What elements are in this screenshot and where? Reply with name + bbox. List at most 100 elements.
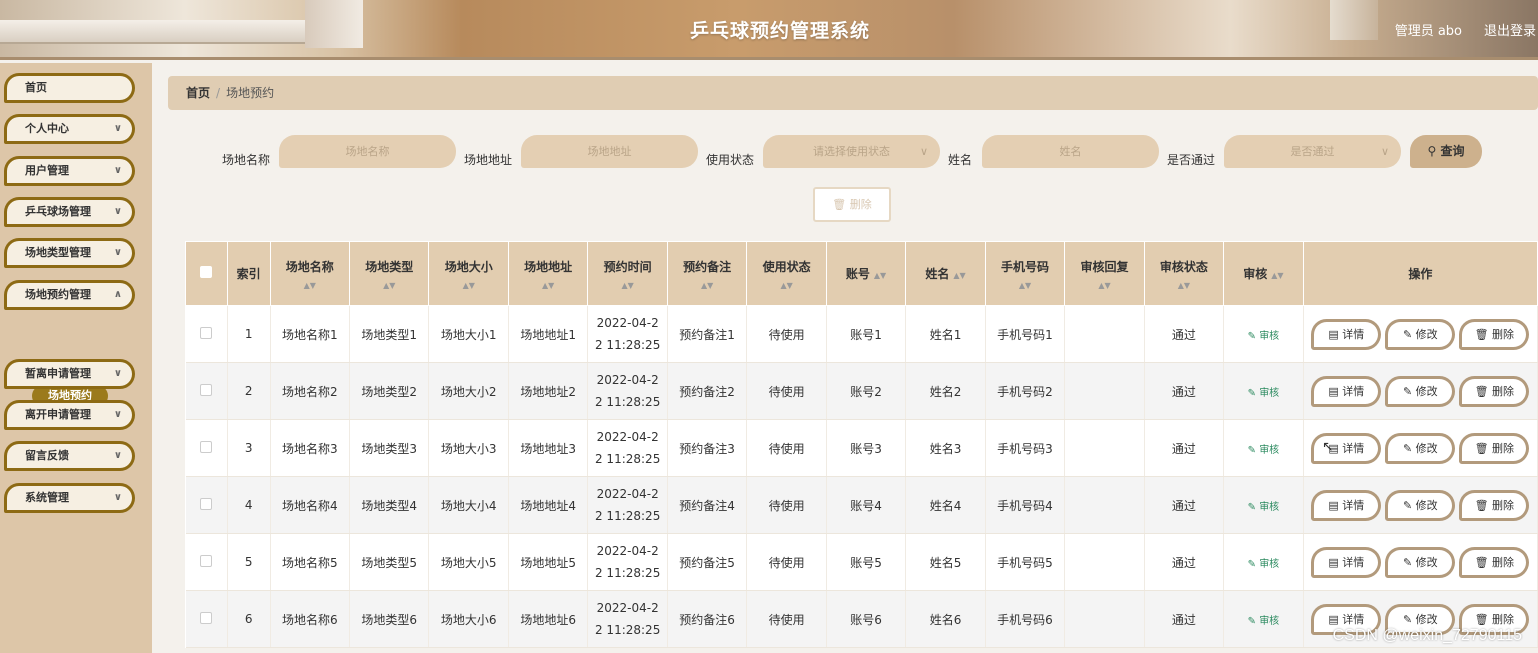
sidebar-item-users[interactable]: 用户管理 ∨ <box>4 156 135 186</box>
audit-link[interactable]: ✎ 审核 <box>1248 616 1280 627</box>
sidebar-item-label: 留言反馈 <box>25 449 69 462</box>
select-all-cell[interactable] <box>185 241 228 306</box>
detail-button[interactable]: ▤ 详情 <box>1311 318 1382 350</box>
table-header-row: 索引 场地名称 ▲▼ 场地类型 ▲▼ 场地大小 ▲▼ 场地地址 ▲▼ 预约时间 ▲▼ 预约… <box>185 241 1538 306</box>
person-input[interactable]: 姓名 <box>982 135 1159 168</box>
delete-button[interactable]: 🗑 删除 <box>1459 318 1530 350</box>
sort-icon[interactable]: ▲▼ <box>747 281 825 290</box>
address-placeholder: 场地地址 <box>587 145 632 158</box>
sort-icon[interactable]: ▲▼ <box>874 271 886 280</box>
sort-icon[interactable]: ▲▼ <box>350 281 428 290</box>
sort-icon[interactable]: ▲▼ <box>1145 281 1223 290</box>
edit-button[interactable]: ✎ 修改 <box>1385 546 1456 578</box>
sort-icon[interactable]: ▲▼ <box>1271 271 1283 280</box>
audit-cell[interactable]: ✎ 审核 <box>1223 362 1304 420</box>
row-checkbox[interactable] <box>200 326 213 339</box>
sidebar-item-feedback[interactable]: 留言反馈 ∨ <box>4 441 135 471</box>
detail-button[interactable]: ▤ 详情 <box>1311 375 1382 407</box>
edit-button[interactable]: ✎ 修改 <box>1385 432 1456 464</box>
cell-remark: 预约备注1 <box>667 305 748 363</box>
row-checkbox[interactable] <box>200 440 213 453</box>
header-phone[interactable]: 手机号码 ▲▼ <box>984 241 1066 306</box>
header-address[interactable]: 场地地址 ▲▼ <box>507 241 589 306</box>
sidebar-item-court-booking[interactable]: 场地预约管理 ∧ <box>4 280 135 310</box>
row-select-cell[interactable] <box>185 590 228 648</box>
edit-icon: ✎ <box>1247 387 1256 399</box>
edit-button[interactable]: ✎ 修改 <box>1385 318 1456 350</box>
sort-icon[interactable]: ▲▼ <box>271 281 349 290</box>
audit-link[interactable]: ✎ 审核 <box>1248 388 1280 399</box>
main-content: 首页 / 场地预约 场地名称 场地名称 场地地址 场地地址 使用状态 请选择使用状态… <box>152 63 1538 653</box>
watermark: CSDN @weixin_72790115 <box>1332 627 1522 644</box>
bulk-delete-button[interactable]: 🗑 删除 <box>813 187 891 222</box>
audit-link[interactable]: ✎ 审核 <box>1248 502 1280 513</box>
cell-name: 场地名称4 <box>270 476 351 534</box>
sidebar-item-temp-leave[interactable]: 暂离申请管理 ∨ <box>4 359 135 389</box>
edit-button[interactable]: ✎ 修改 <box>1385 489 1456 521</box>
cell-name: 场地名称1 <box>270 305 351 363</box>
header-size[interactable]: 场地大小 ▲▼ <box>428 241 509 306</box>
audit-link[interactable]: ✎ 审核 <box>1248 445 1280 456</box>
name-input[interactable]: 场地名称 <box>279 135 456 168</box>
sidebar-item-system[interactable]: 系统管理 ∨ <box>4 483 135 513</box>
sort-icon[interactable]: ▲▼ <box>588 281 666 290</box>
row-select-cell[interactable] <box>185 305 228 363</box>
row-select-cell[interactable] <box>185 476 228 534</box>
breadcrumb-home[interactable]: 首页 <box>186 86 210 100</box>
name-placeholder: 场地名称 <box>345 145 390 158</box>
row-checkbox[interactable] <box>200 611 213 624</box>
edit-button[interactable]: ✎ 修改 <box>1385 375 1456 407</box>
sidebar-item-profile[interactable]: 个人中心 ∨ <box>4 114 135 144</box>
cell-address: 场地地址3 <box>508 419 589 477</box>
audit-cell[interactable]: ✎ 审核 <box>1223 590 1304 648</box>
sidebar-item-home[interactable]: 首页 <box>4 73 135 103</box>
row-checkbox[interactable] <box>200 554 213 567</box>
address-input[interactable]: 场地地址 <box>521 135 698 168</box>
delete-button[interactable]: 🗑 删除 <box>1459 375 1530 407</box>
audit-link[interactable]: ✎ 审核 <box>1248 559 1280 570</box>
row-select-cell[interactable] <box>185 419 228 477</box>
delete-button[interactable]: 🗑 删除 <box>1459 489 1530 521</box>
header-remark[interactable]: 预约备注 ▲▼ <box>666 241 748 306</box>
header-account[interactable]: 账号 ▲▼ <box>825 241 907 306</box>
header-name[interactable]: 场地名称 ▲▼ <box>269 241 351 306</box>
audit-cell[interactable]: ✎ 审核 <box>1223 476 1304 534</box>
header-audit[interactable]: 审核 ▲▼ <box>1223 241 1304 306</box>
header-person[interactable]: 姓名 ▲▼ <box>905 241 986 306</box>
sort-icon[interactable]: ▲▼ <box>509 281 587 290</box>
search-button[interactable]: ⚲ 查询 <box>1410 135 1482 168</box>
row-select-cell[interactable] <box>185 362 228 420</box>
sort-icon[interactable]: ▲▼ <box>668 281 746 290</box>
header-time[interactable]: 预约时间 ▲▼ <box>587 241 668 306</box>
row-checkbox[interactable] <box>200 383 213 396</box>
sort-icon[interactable]: ▲▼ <box>1065 281 1143 290</box>
select-all-checkbox[interactable] <box>200 266 213 278</box>
audit-cell[interactable]: ✎ 审核 <box>1223 533 1304 591</box>
sort-icon[interactable]: ▲▼ <box>429 281 507 290</box>
sort-icon[interactable]: ▲▼ <box>986 281 1064 290</box>
actions-cell: ▤ 详情 ✎ 修改 🗑 删除 <box>1303 419 1538 477</box>
logout-link[interactable]: 退出登录 <box>1484 20 1536 39</box>
cell-address: 场地地址1 <box>508 305 589 363</box>
cell-phone: 手机号码5 <box>985 533 1066 591</box>
audit-cell[interactable]: ✎ 审核 <box>1223 305 1304 363</box>
audit-link[interactable]: ✎ 审核 <box>1248 331 1280 342</box>
status-select[interactable]: 请选择使用状态 ∨ <box>763 135 940 168</box>
header-status[interactable]: 使用状态 ▲▼ <box>746 241 827 306</box>
delete-button[interactable]: 🗑 删除 <box>1459 432 1530 464</box>
header-audit-status[interactable]: 审核状态 ▲▼ <box>1143 241 1225 306</box>
row-select-cell[interactable] <box>185 533 228 591</box>
sidebar-item-court-types[interactable]: 场地类型管理 ∨ <box>4 238 135 268</box>
delete-button[interactable]: 🗑 删除 <box>1459 546 1530 578</box>
sidebar-item-leave[interactable]: 离开申请管理 ∨ <box>4 400 135 430</box>
audit-cell[interactable]: ✎ 审核 <box>1223 419 1304 477</box>
bulk-delete-label: 删除 <box>849 198 872 211</box>
header-reply[interactable]: 审核回复 ▲▼ <box>1064 241 1145 306</box>
header-type[interactable]: 场地类型 ▲▼ <box>349 241 430 306</box>
detail-button[interactable]: ▤ 详情 <box>1311 546 1382 578</box>
row-checkbox[interactable] <box>200 497 213 510</box>
sort-icon[interactable]: ▲▼ <box>953 271 965 280</box>
sidebar-item-courts[interactable]: 乒乓球场管理 ∨ <box>4 197 135 227</box>
detail-button[interactable]: ▤ 详情 <box>1311 489 1382 521</box>
pass-select[interactable]: 是否通过 ∨ <box>1224 135 1401 168</box>
